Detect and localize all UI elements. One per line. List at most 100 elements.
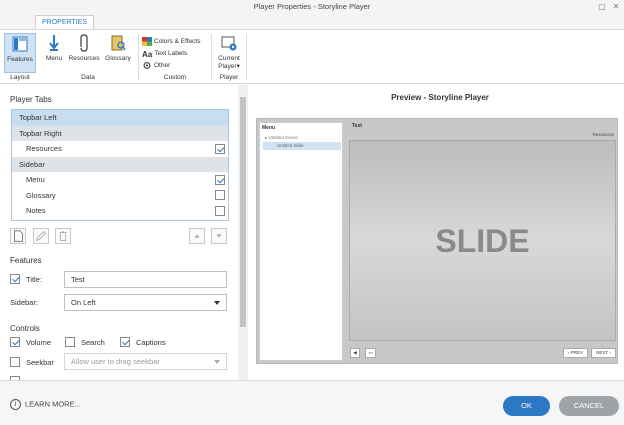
controls-heading: Controls [10,324,40,333]
current-player-label: Current Player [218,55,240,70]
menu-icon [49,35,59,51]
pencil-icon [35,231,46,242]
new-tab-button[interactable] [10,228,26,244]
player-settings-icon [221,36,237,51]
prev-button: ‹ PREV [563,348,588,358]
next-button: NEXT › [591,348,616,358]
resources-checkbox[interactable] [215,143,225,154]
notes-checkbox[interactable] [215,205,225,216]
title-label: Title: [26,275,42,284]
captions-label: Captions [136,338,166,347]
gear-icon [143,61,151,69]
colors-effects-button[interactable]: Colors & Effects [142,36,200,47]
seekbar-checkbox[interactable] [10,357,20,367]
player-preview: Menu ▸ Untitled Scene Untitled Slide Tes… [256,118,618,364]
title-input[interactable]: Test [64,271,227,288]
sidebar-dropdown-value: On Left [71,298,96,307]
ribbon-separator [246,34,247,80]
list-item[interactable]: Resources [12,141,228,157]
glossary-checkbox[interactable] [215,190,225,200]
volume-checkbox[interactable] [10,337,20,347]
menu-label: Menu [45,55,63,62]
ribbon-tab-row: PROPERTIES [0,14,624,29]
move-up-button[interactable] [189,228,205,244]
ribbon-separator [138,34,139,80]
settings-scrollbar[interactable] [238,85,248,380]
menu-checkbox[interactable] [215,174,225,185]
glossary-button[interactable]: Glossary [103,33,133,73]
glossary-label: Glossary [105,55,131,62]
paperclip-icon [80,34,88,52]
seekbar-label: Seekbar [26,358,54,367]
other-label: Other [154,62,171,69]
move-down-button[interactable] [211,228,227,244]
search-label: Search [81,338,105,347]
learn-more-label: LEARN MORE... [25,399,81,409]
group-player: Player [219,74,239,81]
sidebar-label: Sidebar: [10,298,38,307]
slide-text: SLIDE [435,223,530,259]
maximize-icon[interactable]: ▢ [596,0,608,14]
features-label: Features [7,56,33,63]
resources-label: Resources [68,55,100,62]
preview-title: Test [352,123,362,129]
list-item[interactable]: Topbar Right [12,125,228,141]
list-item[interactable]: Menu [12,172,228,188]
player-tabs-heading: Player Tabs [10,95,52,104]
colors-effects-label: Colors & Effects [154,38,201,45]
text-aa-icon: Aa [142,49,153,59]
seekbar-dropdown-value: Allow user to drag seekbar [71,357,160,366]
arrow-up-icon [194,234,200,238]
edit-tab-button[interactable] [33,228,49,244]
list-item[interactable]: Glossary [12,187,228,203]
ribbon: Features Menu Resources Glossary Colors … [0,29,624,84]
sidebar-dropdown[interactable]: On Left [64,294,227,311]
preview-sidebar: Menu ▸ Untitled Scene Untitled Slide [259,122,343,361]
chevron-down-icon [214,301,220,305]
search-checkbox[interactable] [65,337,75,347]
ok-button[interactable]: OK [503,396,550,416]
text-labels-label: Text Labels [154,50,188,57]
captions-icon: ▭ [365,348,376,358]
info-icon: i [10,399,21,410]
list-item[interactable]: Notes [12,203,228,219]
tab-properties[interactable]: PROPERTIES [35,15,94,29]
delete-tab-button[interactable] [55,228,71,244]
captions-checkbox[interactable] [120,337,130,347]
title-checkbox[interactable] [10,274,20,284]
glossary-icon [111,35,126,51]
cancel-button[interactable]: CANCEL [559,396,619,416]
close-icon[interactable]: ✕ [610,0,622,14]
chevron-down-icon [214,360,220,364]
menu-button[interactable]: Menu [42,33,66,73]
group-layout: Layout [10,74,30,81]
preview-resources: Resources [592,132,614,137]
other-button[interactable]: Other [142,60,170,71]
dialog-footer: i LEARN MORE... OK CANCEL [0,380,624,425]
preview-scene: ▸ Untitled Scene [265,135,298,140]
text-labels-button[interactable]: Aa Text Labels [142,48,187,59]
list-item[interactable]: Topbar Left [12,110,228,126]
seekbar-dropdown[interactable]: Allow user to drag seekbar [64,353,227,370]
features-button[interactable]: Features [4,33,36,73]
preview-slide: SLIDE [349,140,616,341]
current-player-button[interactable]: Current Player▾ [214,33,244,73]
volume-icon: ◀ [350,348,360,358]
group-data: Data [81,74,95,81]
group-custom: Custom [163,74,187,81]
scrollbar-thumb[interactable] [240,97,246,327]
palette-icon [142,36,152,46]
features-icon [12,36,28,52]
trash-icon [59,231,67,241]
preview-slide-item: Untitled Slide [263,142,341,150]
ribbon-separator [211,34,212,80]
player-tabs-list: Topbar Left Topbar Right Resources Sideb… [11,109,229,221]
resources-button[interactable]: Resources [67,33,101,73]
list-item[interactable]: Sidebar [12,156,228,172]
preview-menu-tab: Menu [262,125,276,131]
volume-label: Volume [26,338,52,347]
learn-more-link[interactable]: i LEARN MORE... [10,399,81,410]
window-titlebar: Player Properties - Storyline Player ▢ ✕ [0,0,624,14]
new-document-icon [14,230,23,242]
window-title: Player Properties - Storyline Player [253,2,371,11]
